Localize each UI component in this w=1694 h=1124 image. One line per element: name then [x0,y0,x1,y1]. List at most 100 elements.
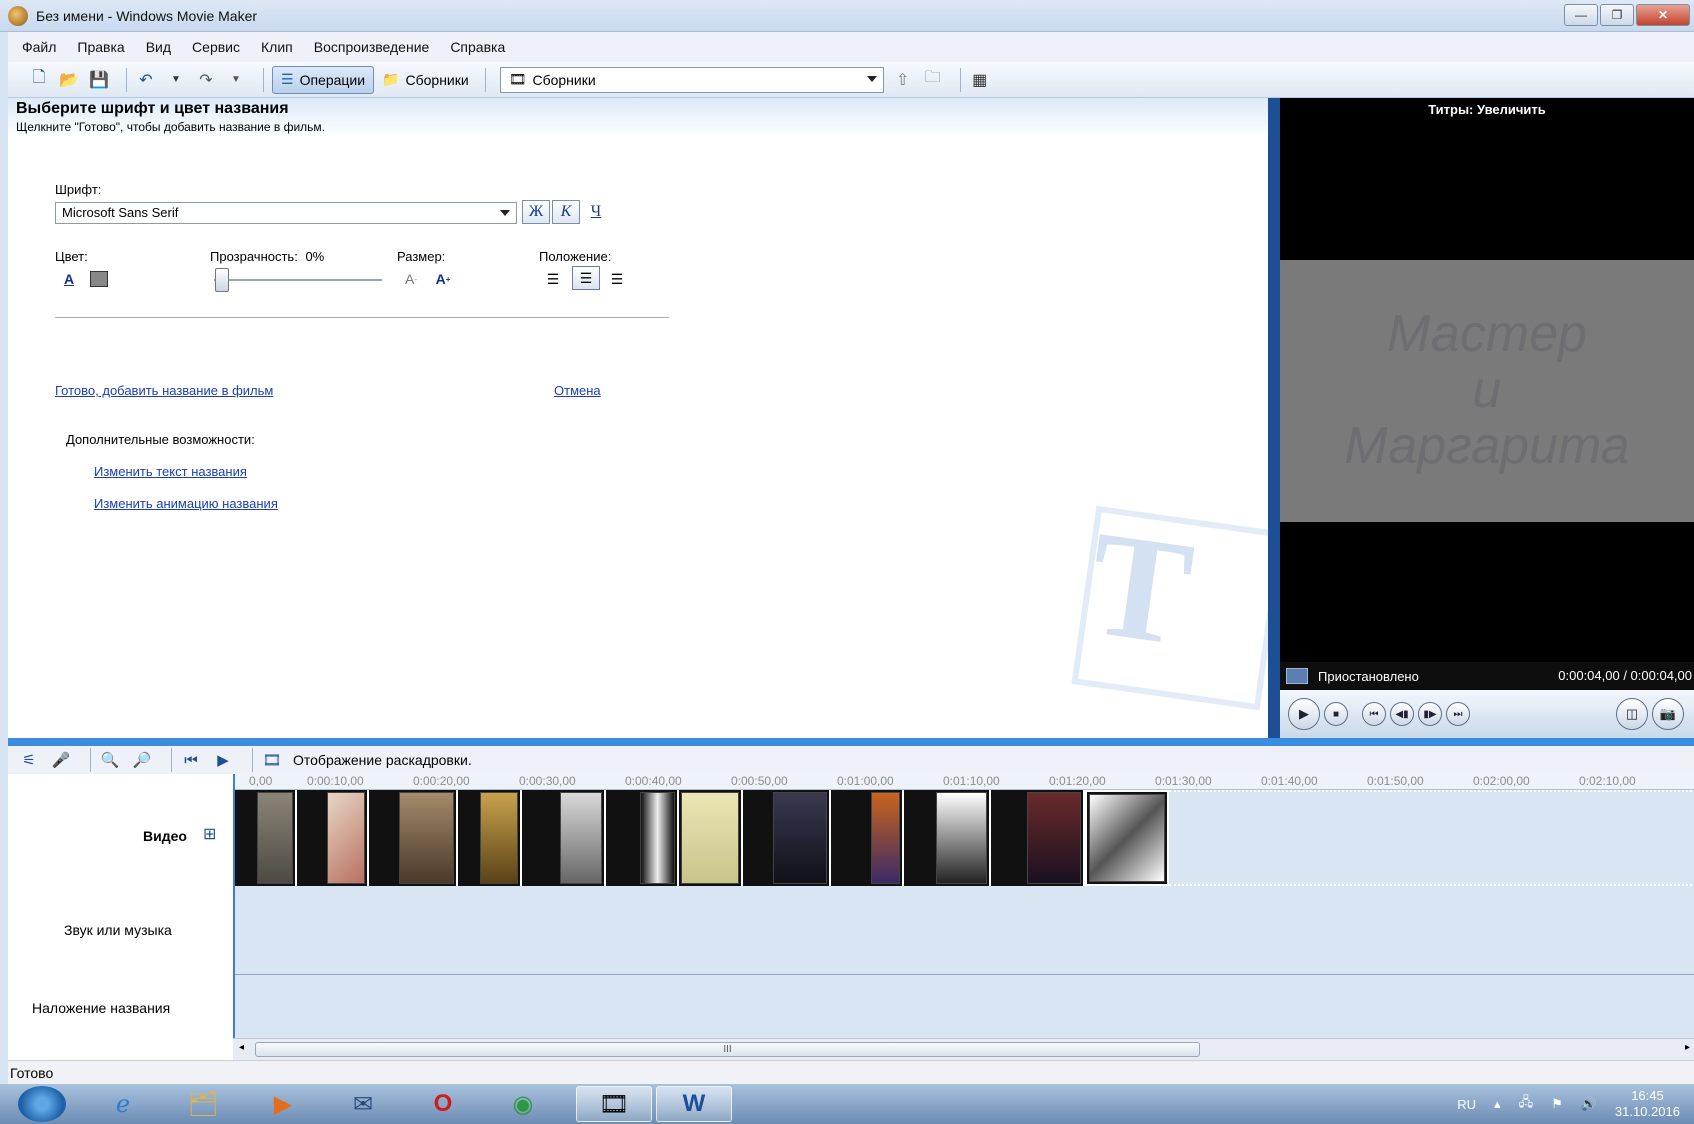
italic-button[interactable]: К [552,200,580,224]
file-explorer-icon[interactable]: 🗂 [176,1086,230,1122]
scroll-left-icon[interactable]: ◂ [239,1042,244,1053]
show-hidden-icons-icon[interactable]: ▴ [1494,1096,1501,1112]
storyboard-view-icon[interactable]: 🎞 [261,749,283,771]
clock[interactable]: 16:45 31.10.2016 [1615,1088,1680,1120]
video-clip[interactable] [235,790,297,886]
transparency-slider-track[interactable] [214,279,382,281]
operations-button[interactable]: ☰ Операции [272,65,375,94]
rewind-icon[interactable]: ⏮ [1362,702,1386,726]
done-add-title-link[interactable]: Готово, добавить название в фильм [55,383,273,398]
play-icon[interactable]: ▶ [1288,698,1320,730]
maximize-button[interactable]: ❐ [1600,4,1634,26]
zoom-out-icon[interactable]: 🔎 [131,749,153,771]
menu-view[interactable]: Вид [146,39,171,55]
cancel-link[interactable]: Отмена [554,383,601,398]
expand-video-track-icon[interactable]: ⊞ [203,824,216,844]
minimize-button[interactable]: — [1564,4,1598,26]
menu-help[interactable]: Справка [450,39,505,55]
media-player-icon[interactable]: ▶ [256,1086,310,1122]
time-ruler[interactable]: 0,00 0:00:10,00 0:00:20,00 0:00:30,00 0:… [235,774,1694,790]
volume-icon[interactable]: 🔊 [1581,1096,1597,1112]
bold-button[interactable]: Ж [522,200,550,224]
pane-divider[interactable] [8,738,1694,746]
video-clip[interactable] [991,790,1085,886]
mail-client-icon[interactable]: ✉ [336,1086,390,1122]
opera-icon[interactable]: O [416,1086,470,1122]
video-clip[interactable] [458,790,522,886]
undo-icon[interactable]: ↶ [135,69,157,91]
views-icon[interactable]: ▦ [969,69,991,91]
narrate-timeline-icon[interactable]: 🎤 [50,749,72,771]
underline-button[interactable]: Ч [582,200,610,224]
video-clip[interactable] [522,790,606,886]
video-clip[interactable] [904,790,991,886]
zoom-in-icon[interactable]: 🔍 [99,749,121,771]
set-audio-levels-icon[interactable]: ⚟ [18,749,40,771]
movie-maker-icon [8,5,28,26]
close-button[interactable]: ✕ [1636,4,1690,26]
play-timeline-icon[interactable]: ▶ [212,749,234,771]
movie-maker-taskbar-icon[interactable]: 🎞 [576,1086,652,1122]
network-icon[interactable]: 🖧 [1519,1093,1534,1115]
previous-frame-icon[interactable]: ◀▮ [1390,702,1414,726]
video-clip[interactable] [297,790,369,886]
internet-explorer-icon[interactable]: ℯ [96,1086,150,1122]
window-title: Без имени - Windows Movie Maker [36,7,258,24]
decrease-size-icon[interactable]: A- [400,268,422,290]
video-clip[interactable] [743,790,831,886]
stop-icon[interactable]: ■ [1324,702,1348,726]
video-clip[interactable] [606,790,679,886]
new-collection-icon[interactable]: 🗀 [922,69,944,91]
menu-edit[interactable]: Правка [77,39,124,55]
storyboard-view-label[interactable]: Отображение раскадровки. [293,752,472,768]
clock-date: 31.10.2016 [1614,1104,1680,1119]
action-center-icon[interactable]: ⚑ [1551,1096,1563,1112]
new-project-icon[interactable]: 🗋 [28,69,50,91]
text-color-icon[interactable]: A [58,268,80,290]
split-clip-icon[interactable]: ◫ [1616,698,1648,730]
menu-tools[interactable]: Сервис [192,39,240,55]
forward-icon[interactable]: ⏭ [1446,702,1470,726]
menu-clip[interactable]: Клип [261,39,293,55]
align-center-icon[interactable]: ☰ [572,266,600,290]
language-indicator[interactable]: RU [1457,1097,1476,1112]
start-button[interactable] [18,1086,66,1122]
edit-title-animation-link[interactable]: Изменить анимацию названия [94,496,278,511]
timeline-scrollbar[interactable]: ◂ III ▸ [233,1038,1694,1060]
more-options-label: Дополнительные возможности: [66,432,255,447]
chrome-icon[interactable]: ◉ [496,1086,550,1122]
save-icon[interactable]: 💾 [88,69,110,91]
video-clip[interactable] [679,790,743,886]
align-right-icon[interactable]: ☰ [606,268,628,290]
menu-playback[interactable]: Воспроизведение [314,39,430,55]
scrollbar-thumb[interactable]: III [255,1042,1200,1057]
ruler-tick: 0:00:30,00 [519,774,576,788]
increase-size-icon[interactable]: A + [432,268,454,290]
edit-title-text-link[interactable]: Изменить текст названия [94,464,247,479]
rewind-timeline-icon[interactable]: ⏮ [180,749,202,771]
font-select[interactable]: Microsoft Sans Serif [55,202,517,224]
menu-file[interactable]: Файл [22,39,56,55]
video-clip[interactable] [369,790,458,886]
preview-title-frame: Мастер и Маргарита [1280,260,1694,522]
video-clip[interactable] [831,790,904,886]
next-frame-icon[interactable]: ▮▶ [1418,702,1442,726]
ruler-tick: 0:01:20,00 [1049,774,1106,788]
redo-icon[interactable]: ↷ [195,69,217,91]
collections-button[interactable]: 📁 Сборники [374,66,477,94]
up-level-icon[interactable]: ⇧ [892,69,914,91]
monitor-status-icon [1286,668,1308,684]
scroll-right-icon[interactable]: ▸ [1685,1042,1690,1053]
word-icon[interactable]: W [656,1086,732,1122]
align-left-icon[interactable]: ☰ [542,268,564,290]
collections-combo[interactable]: 🎞 Сборники [499,66,884,93]
window-controls: — ❐ ✕ [1564,4,1690,26]
video-clip[interactable] [1085,790,1169,886]
open-folder-icon[interactable]: 📂 [58,69,80,91]
redo-dropdown-icon[interactable]: ▼ [225,69,247,91]
undo-dropdown-icon[interactable]: ▼ [165,69,187,91]
transparency-slider-thumb[interactable] [215,268,229,292]
take-picture-icon[interactable]: 📷 [1652,698,1684,730]
background-color-icon[interactable] [88,268,110,290]
chevron-down-icon [500,210,510,216]
